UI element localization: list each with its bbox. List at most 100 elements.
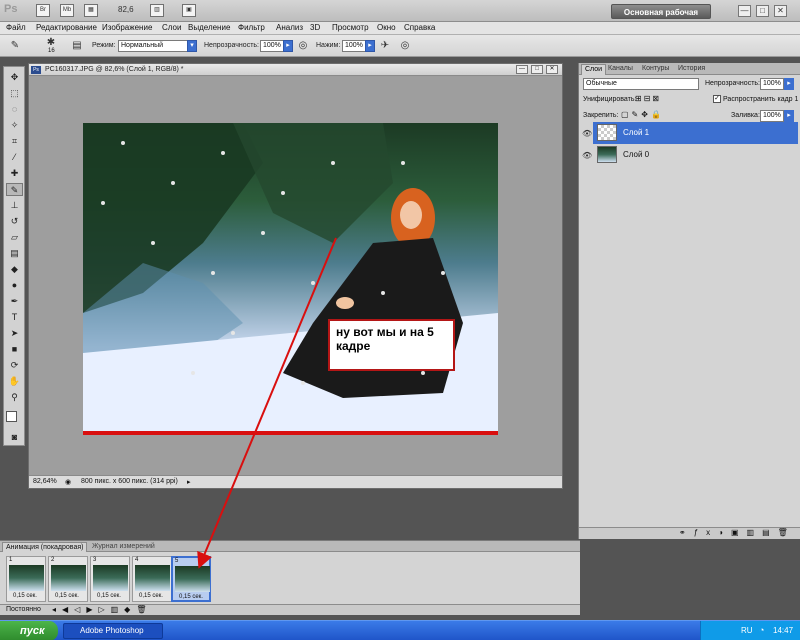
- loop-select[interactable]: Постоянно: [6, 606, 41, 613]
- eyedropper-tool-icon[interactable]: ⁄: [6, 151, 23, 164]
- opacity-field[interactable]: 100%: [260, 40, 284, 52]
- layer-row-0[interactable]: Слой 0: [593, 144, 798, 166]
- tab-paths[interactable]: Контуры: [639, 64, 672, 75]
- marquee-tool-icon[interactable]: ⬚: [6, 87, 23, 100]
- menu-3d[interactable]: 3D: [310, 23, 320, 32]
- clone-stamp-icon[interactable]: ⊥: [6, 199, 23, 212]
- layer-opacity-field[interactable]: 100%: [760, 78, 784, 90]
- frame-duration[interactable]: 0,15 сек.: [179, 594, 203, 600]
- layer-1-visibility-icon[interactable]: 👁: [582, 129, 592, 139]
- pen-tool-icon[interactable]: ✒: [6, 295, 23, 308]
- fill-field[interactable]: 100%: [760, 110, 784, 122]
- zoom-level[interactable]: 82,6: [118, 5, 134, 14]
- doc-minimize-button[interactable]: —: [516, 65, 528, 74]
- brush-tool-selected-icon[interactable]: ✎: [6, 183, 23, 196]
- language-indicator[interactable]: RU: [741, 626, 753, 635]
- unify-icons[interactable]: ⊞⊟⊠: [635, 94, 675, 105]
- status-arrow-icon[interactable]: ▸: [187, 478, 191, 486]
- tablet-size-icon[interactable]: ◎: [398, 39, 412, 53]
- hand-tool-icon[interactable]: ✋: [6, 375, 23, 388]
- layer-0-visibility-icon[interactable]: 👁: [582, 151, 592, 161]
- opacity-dropdown-icon[interactable]: ▸: [283, 40, 293, 52]
- airbrush-icon[interactable]: ✈: [378, 39, 392, 53]
- mode-dropdown-icon[interactable]: ▾: [187, 40, 197, 52]
- type-tool-icon[interactable]: T: [6, 311, 23, 324]
- status-menu-icon[interactable]: ◉: [65, 478, 71, 486]
- history-brush-icon[interactable]: ↺: [6, 215, 23, 228]
- shape-tool-icon[interactable]: ■: [6, 343, 23, 356]
- healing-brush-icon[interactable]: ✚: [6, 167, 23, 180]
- doc-maximize-button[interactable]: □: [531, 65, 543, 74]
- lasso-tool-icon[interactable]: ◌: [6, 103, 23, 116]
- move-tool-icon[interactable]: ✥: [6, 71, 23, 84]
- pressure-field[interactable]: 100%: [342, 40, 366, 52]
- path-select-icon[interactable]: ➤: [6, 327, 23, 340]
- frame-duration[interactable]: 0,15 сек.: [55, 593, 79, 599]
- frame-duration[interactable]: 0,15 сек.: [13, 593, 37, 599]
- tab-channels[interactable]: Каналы: [605, 64, 636, 75]
- screen-mode-icon[interactable]: ▣: [182, 4, 196, 17]
- start-button[interactable]: пуск: [0, 621, 58, 640]
- menu-select[interactable]: Выделение: [188, 23, 230, 32]
- 3d-rotate-icon[interactable]: ⟳: [6, 359, 23, 372]
- animation-frame-1[interactable]: 1 0,15 сек.: [6, 556, 46, 602]
- frame-duration[interactable]: 0,15 сек.: [97, 593, 121, 599]
- quick-mask-icon[interactable]: ◙: [6, 431, 23, 444]
- layers-panel-footer-icons[interactable]: ⚭ƒx◑▣▥▤🗑: [579, 527, 800, 539]
- taskbar-photoshop-item[interactable]: Adobe Photoshop CS...: [63, 623, 163, 639]
- fill-arrow-icon[interactable]: ▸: [784, 110, 794, 122]
- blend-mode-select[interactable]: Обычные: [583, 78, 699, 90]
- brush-panel-icon[interactable]: ▤: [70, 39, 84, 53]
- tab-animation[interactable]: Анимация (покадровая): [2, 542, 88, 552]
- menu-view[interactable]: Просмотр: [332, 23, 369, 32]
- menu-analysis[interactable]: Анализ: [276, 23, 303, 32]
- view-extras-icon[interactable]: ▦: [84, 4, 98, 17]
- maximize-button[interactable]: □: [756, 5, 769, 17]
- frame-duration[interactable]: 0,15 сек.: [139, 593, 163, 599]
- zoom-tool-icon[interactable]: ⚲: [6, 391, 23, 404]
- tab-measurement-log[interactable]: Журнал измерений: [92, 543, 155, 550]
- tab-layers[interactable]: Слои: [581, 64, 607, 75]
- menu-help[interactable]: Справка: [404, 23, 435, 32]
- brush-tool-icon[interactable]: ✎: [8, 39, 22, 53]
- dodge-tool-icon[interactable]: ●: [6, 279, 23, 292]
- layer-1-thumbnail: [597, 124, 617, 141]
- document-canvas[interactable]: ну вот мы и на 5 кадре: [29, 77, 562, 475]
- crop-tool-icon[interactable]: ⌗: [6, 135, 23, 148]
- arrange-documents-icon[interactable]: ▥: [150, 4, 164, 17]
- ps-file-icon: Ps: [31, 66, 41, 74]
- quick-select-tool-icon[interactable]: ✧: [6, 119, 23, 132]
- tablet-opacity-icon[interactable]: ◎: [296, 39, 310, 53]
- tab-history[interactable]: История: [675, 64, 708, 75]
- animation-frame-3[interactable]: 3 0,15 сек.: [90, 556, 130, 602]
- close-button[interactable]: ✕: [774, 5, 787, 17]
- layer-opacity-arrow-icon[interactable]: ▸: [784, 78, 794, 90]
- mode-select[interactable]: Нормальный: [118, 40, 188, 52]
- gradient-tool-icon[interactable]: ▤: [6, 247, 23, 260]
- menu-filter[interactable]: Фильтр: [238, 23, 265, 32]
- pressure-dropdown-icon[interactable]: ▸: [365, 40, 375, 52]
- menu-image[interactable]: Изображение: [102, 23, 152, 32]
- zoom-percentage[interactable]: 82,64%: [33, 478, 57, 485]
- animation-frame-5-selected[interactable]: 5 0,15 сек.: [171, 556, 211, 602]
- lock-icons[interactable]: ▢✎✥🔒: [621, 110, 681, 121]
- blur-tool-icon[interactable]: ◆: [6, 263, 23, 276]
- animation-frame-4[interactable]: 4 0,15 сек.: [132, 556, 172, 602]
- mini-bridge-icon[interactable]: Mb: [60, 4, 74, 17]
- bridge-icon[interactable]: Br: [36, 4, 50, 17]
- menu-window[interactable]: Окно: [377, 23, 396, 32]
- document-title-bar[interactable]: Ps PC160317.JPG @ 82,6% (Слой 1, RGB/8) …: [29, 64, 562, 76]
- animation-frame-2[interactable]: 2 0,15 сек.: [48, 556, 88, 602]
- minimize-button[interactable]: —: [738, 5, 751, 17]
- playback-controls-icons[interactable]: ◂◀◁▶▷▥◆🗑: [52, 605, 153, 614]
- workspace-button[interactable]: Основная рабочая среда: [611, 4, 711, 32]
- menu-edit[interactable]: Редактирование: [36, 23, 97, 32]
- menu-file[interactable]: Файл: [6, 23, 26, 32]
- eraser-tool-icon[interactable]: ▱: [6, 231, 23, 244]
- layer-row-1[interactable]: Слой 1: [593, 122, 798, 144]
- tray-network-icon[interactable]: ◔: [759, 625, 764, 635]
- doc-close-button[interactable]: ✕: [546, 65, 558, 74]
- menu-layers[interactable]: Слои: [162, 23, 181, 32]
- propagate-checkbox[interactable]: ✓: [713, 95, 721, 103]
- foreground-color-swatch[interactable]: [6, 411, 17, 422]
